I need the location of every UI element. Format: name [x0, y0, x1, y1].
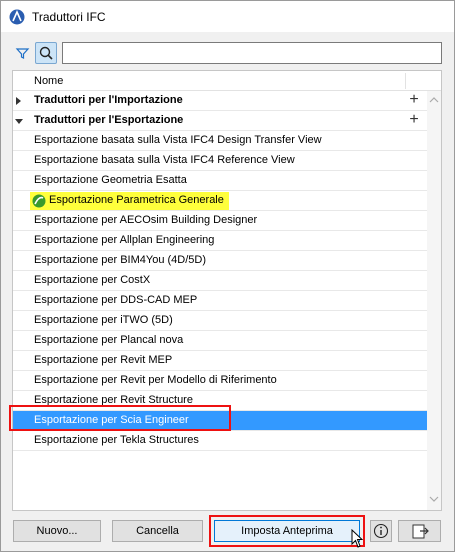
list-item[interactable]: Esportazione per iTWO (5D) [13, 311, 427, 331]
search-icon [39, 46, 53, 60]
item-label: Esportazione per CostX [34, 274, 151, 286]
add-import-translator-button[interactable]: + [407, 92, 421, 108]
column-header-name[interactable]: Nome [34, 75, 63, 87]
list-item[interactable]: Esportazione per Tekla Structures [13, 431, 427, 451]
scroll-down-icon[interactable] [429, 494, 439, 504]
archicad-icon [9, 9, 25, 25]
item-label: Esportazione basata sulla Vista IFC4 Des… [34, 134, 322, 146]
search-input[interactable] [62, 42, 442, 64]
new-button[interactable]: Nuovo... [13, 520, 101, 542]
item-label: Esportazione per Tekla Structures [34, 434, 199, 446]
column-separator[interactable] [405, 73, 406, 89]
group-label: Traduttori per l'Esportazione [34, 114, 184, 126]
item-label: Esportazione per AECOsim Building Design… [34, 214, 258, 226]
item-label: Esportazione basata sulla Vista IFC4 Ref… [34, 154, 295, 166]
export-button[interactable] [398, 520, 441, 542]
list-item[interactable]: Esportazione Geometria Esatta [13, 171, 427, 191]
filter-icon[interactable] [13, 43, 32, 63]
list-item[interactable]: Esportazione per DDS-CAD MEP [13, 291, 427, 311]
item-label: Esportazione per Revit per Modello di Ri… [34, 374, 277, 386]
vertical-scrollbar[interactable] [427, 91, 441, 510]
item-label: Esportazione per Revit Structure [34, 394, 193, 406]
item-label: Esportazione per Revit MEP [34, 354, 173, 366]
item-label: Esportazione per Allplan Engineering [34, 234, 215, 246]
item-label: Esportazione per BIM4You (4D/5D) [34, 254, 207, 266]
list-item[interactable]: Esportazione per Revit Structure [13, 391, 427, 411]
list-item[interactable]: Esportazione basata sulla Vista IFC4 Des… [13, 131, 427, 151]
item-label: Esportazione Parametrica Generale [49, 194, 224, 206]
set-preview-button[interactable]: Imposta Anteprima [214, 520, 360, 542]
group-export-translators[interactable]: Traduttori per l'Esportazione + [13, 111, 427, 131]
list-item[interactable]: Esportazione per CostX [13, 271, 427, 291]
scroll-up-icon[interactable] [429, 95, 439, 105]
chevron-right-icon[interactable] [15, 96, 23, 106]
highlighted-item: Esportazione Parametrica Generale [30, 192, 229, 210]
window-title: Traduttori IFC [32, 10, 106, 24]
list-item[interactable]: Esportazione per Plancal nova [13, 331, 427, 351]
list-item-default[interactable]: Esportazione Parametrica Generale [13, 191, 427, 211]
item-label: Esportazione per Scia Engineer [34, 414, 189, 426]
ifc-translators-window: Traduttori IFC Nome Traduttori per l'Imp… [0, 0, 455, 552]
item-label: Esportazione per iTWO (5D) [34, 314, 173, 326]
add-export-translator-button[interactable]: + [407, 112, 421, 128]
group-import-translators[interactable]: Traduttori per l'Importazione + [13, 91, 427, 111]
search-toggle-button[interactable] [35, 42, 57, 64]
group-label: Traduttori per l'Importazione [34, 94, 183, 106]
item-label: Esportazione per Plancal nova [34, 334, 184, 346]
list-item[interactable]: Esportazione per Revit per Modello di Ri… [13, 371, 427, 391]
item-label: Esportazione Geometria Esatta [34, 174, 187, 186]
info-button[interactable] [370, 520, 392, 542]
chevron-down-icon[interactable] [15, 116, 23, 126]
title-bar: Traduttori IFC [1, 1, 454, 32]
export-icon [412, 524, 429, 539]
list-item[interactable]: Esportazione per Allplan Engineering [13, 231, 427, 251]
item-label: Esportazione per DDS-CAD MEP [34, 294, 198, 306]
list-item[interactable]: Esportazione per BIM4You (4D/5D) [13, 251, 427, 271]
list-item[interactable]: Esportazione basata sulla Vista IFC4 Ref… [13, 151, 427, 171]
list-item[interactable]: Esportazione per Revit MEP [13, 351, 427, 371]
list-header: Nome [13, 71, 441, 91]
cursor-icon [351, 529, 364, 548]
list-item[interactable]: Esportazione per AECOsim Building Design… [13, 211, 427, 231]
delete-button[interactable]: Cancella [112, 520, 203, 542]
list-item-selected[interactable]: Esportazione per Scia Engineer [13, 411, 427, 431]
list-rows: Traduttori per l'Importazione + Tradutto… [13, 91, 427, 451]
translator-list: Nome Traduttori per l'Importazione + Tra… [12, 70, 442, 511]
gear-icon [32, 194, 46, 208]
info-icon [373, 523, 389, 539]
